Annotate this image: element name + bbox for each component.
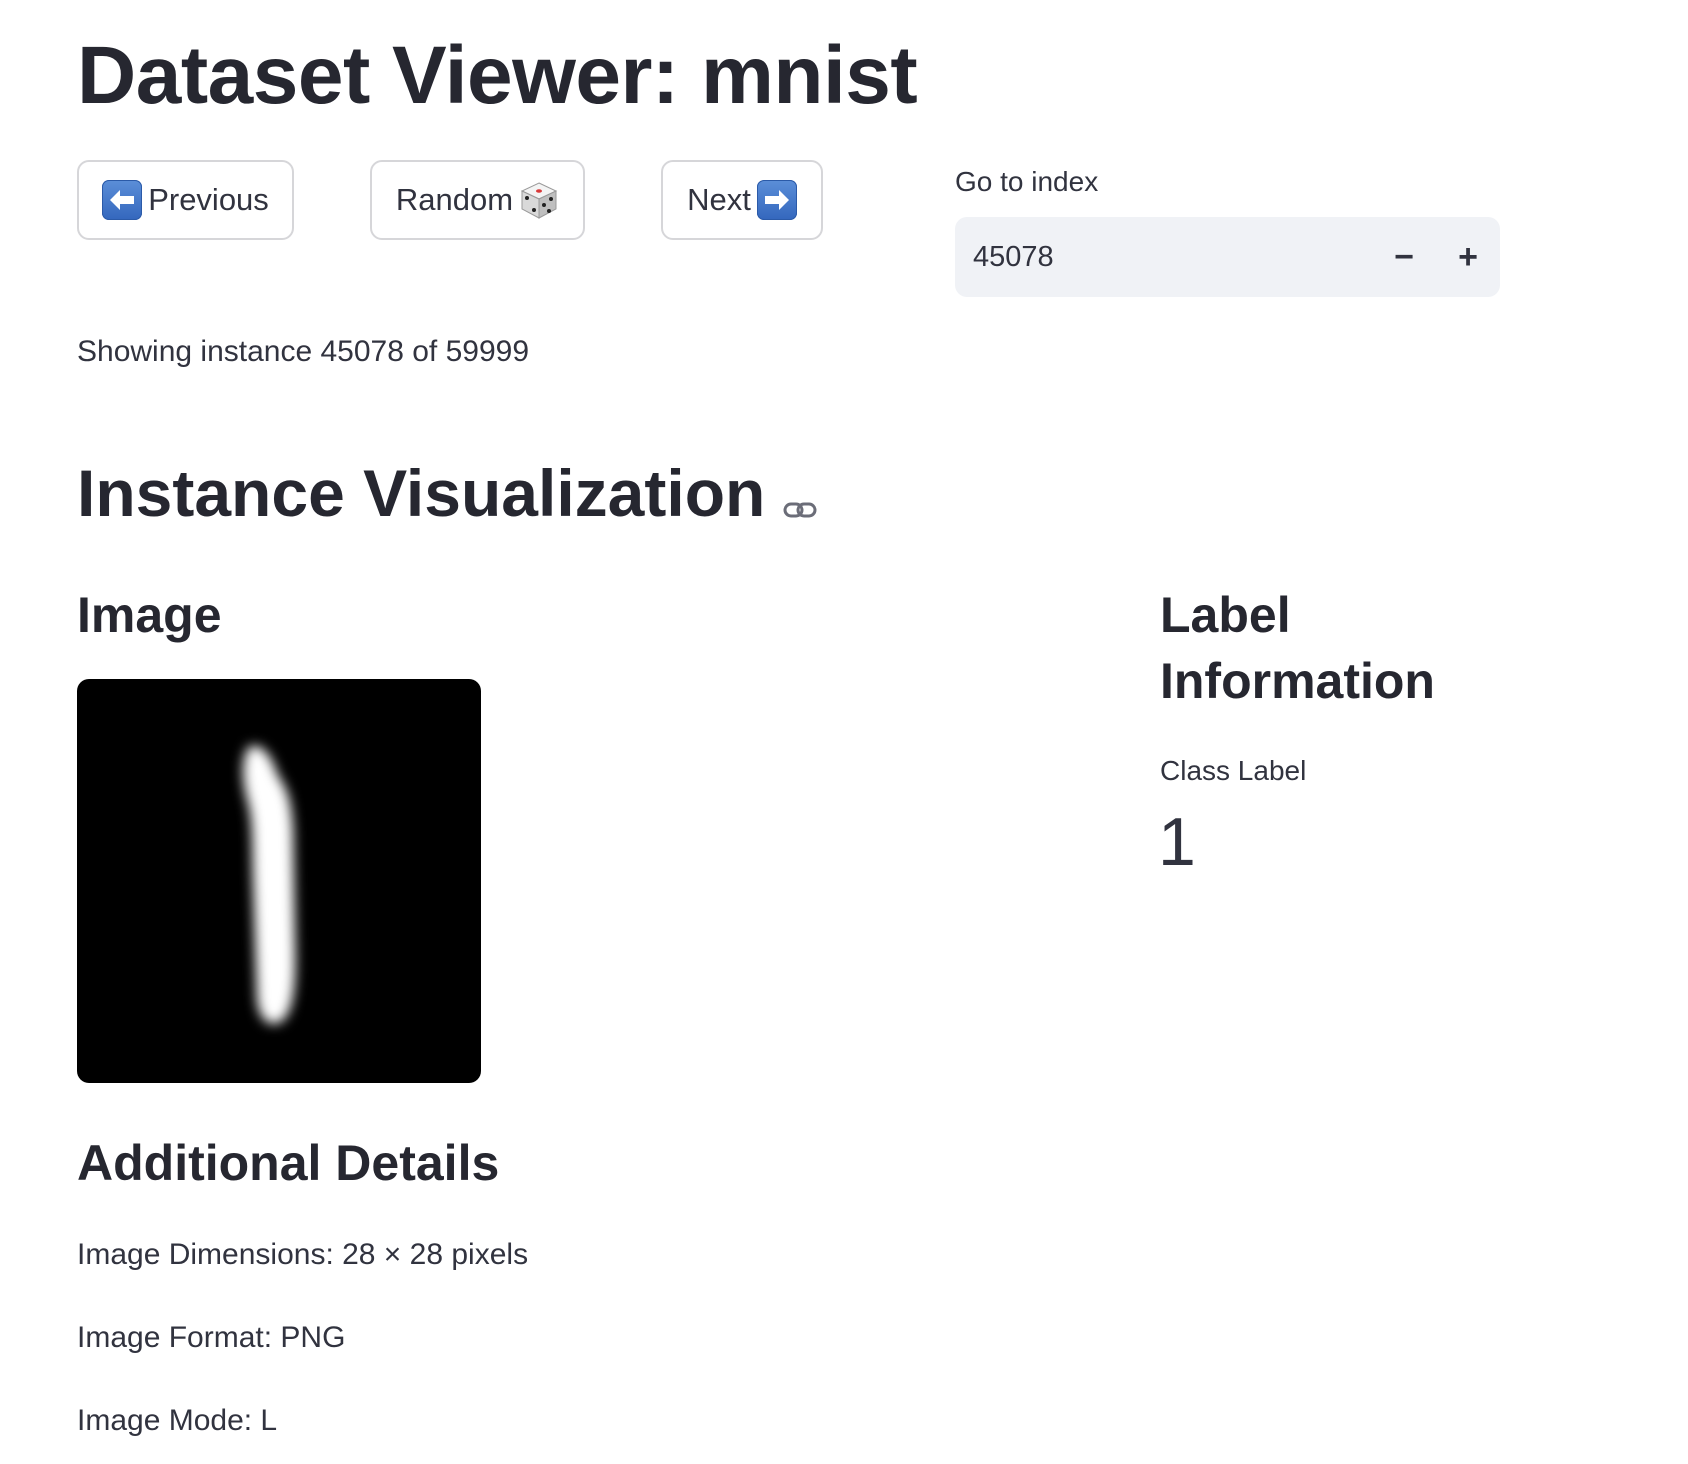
image-dimensions: Image Dimensions: 28 × 28 pixels [77, 1238, 529, 1271]
next-button-label: Next [687, 182, 751, 217]
previous-button[interactable]: Previous [77, 160, 294, 240]
goto-index-stepper: − + [955, 217, 1500, 297]
right-arrow-icon [756, 180, 797, 220]
instance-status: Showing instance 45078 of 59999 [77, 335, 530, 368]
random-button-label: Random [395, 182, 514, 217]
image-heading: Image [77, 587, 222, 643]
section-title-text: Instance Visualization [77, 456, 766, 530]
random-button[interactable]: Random [370, 160, 585, 240]
link-icon[interactable] [783, 458, 817, 538]
goto-index-input[interactable] [955, 239, 1372, 275]
goto-index-label: Go to index [955, 166, 1099, 197]
image-mode: Image Mode: L [77, 1404, 278, 1437]
label-info-heading: Label Information [1160, 587, 1435, 709]
left-arrow-icon [102, 180, 143, 220]
class-label-caption: Class Label [1160, 755, 1307, 786]
next-button[interactable]: Next [661, 160, 823, 240]
increment-button[interactable]: + [1436, 217, 1500, 297]
previous-button-label: Previous [148, 182, 269, 217]
details-heading: Additional Details [77, 1135, 500, 1191]
image-format: Image Format: PNG [77, 1321, 346, 1354]
dice-icon [519, 180, 559, 220]
class-label-value: 1 [1158, 804, 1196, 880]
page-title: Dataset Viewer: mnist [77, 30, 918, 121]
section-title-visualization: Instance Visualization [77, 448, 817, 538]
decrement-button[interactable]: − [1372, 217, 1436, 297]
digit-image [77, 679, 481, 1083]
